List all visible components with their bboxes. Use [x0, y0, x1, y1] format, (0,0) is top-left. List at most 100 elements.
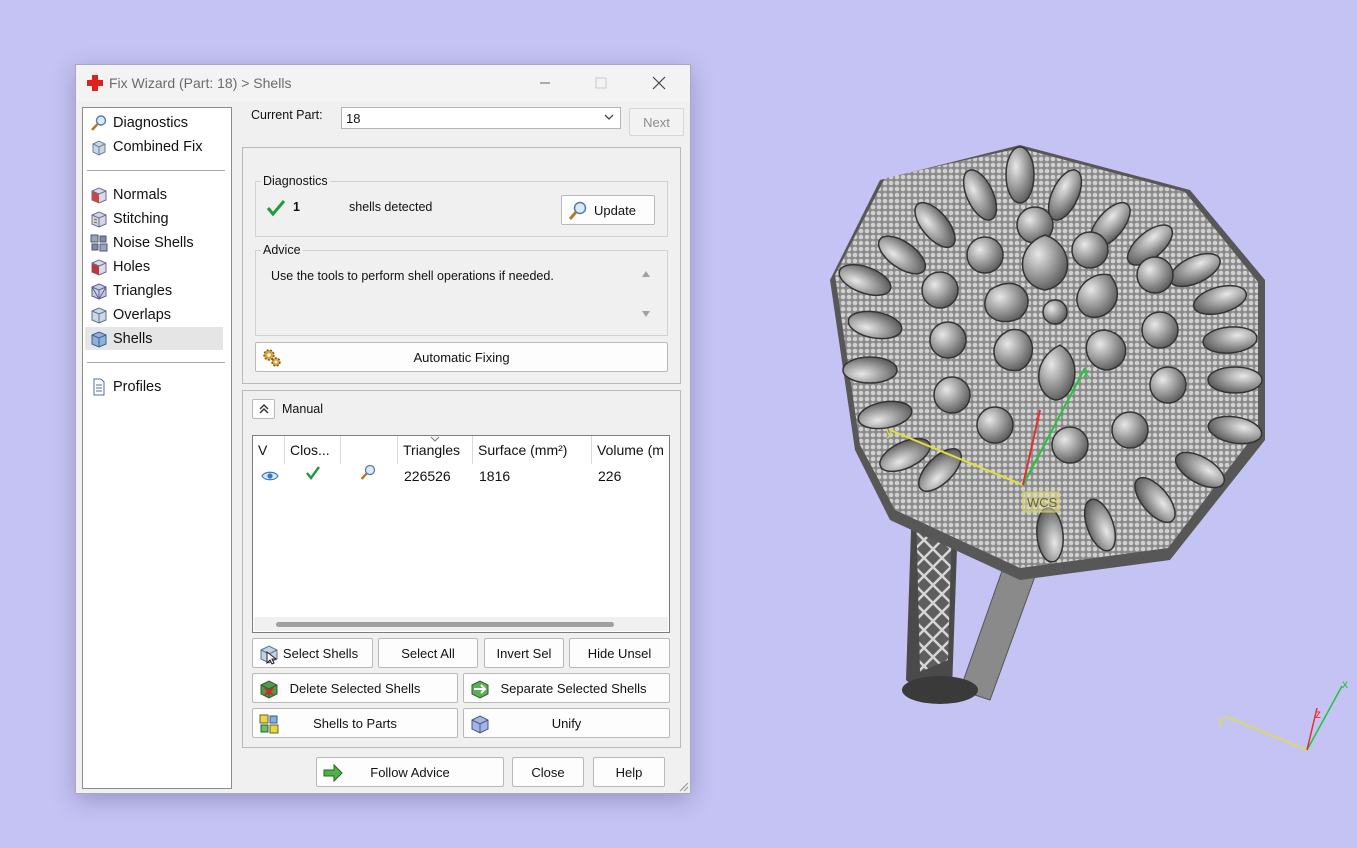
- nav-item-normals[interactable]: Normals: [85, 183, 223, 206]
- nav-item-triangles[interactable]: Triangles: [85, 279, 223, 302]
- unify-cube-icon: [471, 715, 489, 734]
- fix-wizard-window: Fix Wizard (Part: 18) > Shells Diagnosti…: [75, 64, 691, 794]
- magnifier-icon: [89, 113, 109, 133]
- hide-unsel-button[interactable]: Hide Unsel: [569, 638, 670, 668]
- maximize-button[interactable]: [578, 65, 624, 101]
- select-shells-icon: [260, 645, 278, 665]
- nav-item-overlaps[interactable]: Overlaps: [85, 303, 223, 326]
- update-button[interactable]: Update: [561, 195, 655, 225]
- diagnostics-group-title: Diagnostics: [261, 174, 330, 188]
- close-window-button[interactable]: [636, 65, 682, 101]
- delete-selected-shells-button[interactable]: Delete Selected Shells: [252, 673, 458, 703]
- eye-icon[interactable]: [261, 466, 279, 486]
- cell-surface: 1816: [479, 468, 511, 484]
- shells-to-parts-icon: [259, 714, 279, 734]
- select-all-label: Select All: [401, 645, 455, 661]
- current-part-value: 18: [346, 111, 361, 126]
- current-part-label: Current Part:: [251, 108, 323, 122]
- combined-fix-icon: [89, 137, 109, 157]
- scroll-down-arrow-icon[interactable]: [641, 309, 651, 319]
- advice-scrollbar[interactable]: [640, 269, 652, 323]
- delete-cube-icon: [260, 680, 278, 699]
- manual-title: Manual: [282, 402, 323, 416]
- nav-item-label: Noise Shells: [113, 234, 194, 251]
- column-header-zoom[interactable]: [341, 436, 398, 464]
- column-header-volume[interactable]: Volume (m: [592, 436, 669, 464]
- cell-volume: 226: [598, 468, 622, 484]
- invert-sel-label: Invert Sel: [496, 645, 552, 661]
- automatic-fixing-label: Automatic Fixing: [413, 349, 510, 365]
- automatic-fixing-button[interactable]: Automatic Fixing: [255, 342, 668, 372]
- nav-item-label: Combined Fix: [113, 138, 203, 155]
- help-button[interactable]: Help: [593, 757, 665, 787]
- nav-item-label: Shells: [113, 330, 153, 347]
- shells-count: 1: [293, 200, 300, 214]
- separate-selected-shells-label: Separate Selected Shells: [500, 680, 647, 696]
- magnifier-icon[interactable]: [359, 462, 377, 482]
- green-arrow-right-icon: [323, 763, 343, 783]
- advice-text: Use the tools to perform shell operation…: [271, 269, 554, 283]
- help-label: Help: [615, 764, 643, 780]
- horizontal-scrollbar[interactable]: [254, 617, 668, 631]
- model-axis-y-label: y: [886, 424, 893, 439]
- double-chevron-up-icon: [259, 404, 268, 414]
- column-header-closed[interactable]: Clos...: [285, 436, 341, 464]
- select-all-button[interactable]: Select All: [378, 638, 478, 668]
- chevron-down-icon: [604, 114, 614, 120]
- holes-cube-icon: [89, 257, 109, 277]
- nav-item-noise-shells[interactable]: Noise Shells: [85, 231, 223, 254]
- model-axis-x-label: x: [1083, 365, 1090, 380]
- checkmark-icon: [266, 200, 286, 217]
- collapse-manual-button[interactable]: [252, 399, 275, 419]
- nav-item-holes[interactable]: Holes: [85, 255, 223, 278]
- nav-item-label: Profiles: [113, 378, 162, 395]
- column-header-triangles-label: Triangles: [403, 442, 461, 458]
- shells-list[interactable]: V Clos... Triangles Surface (mm²) Volume…: [252, 435, 670, 633]
- stitching-cube-icon: [89, 209, 109, 229]
- column-header-surface[interactable]: Surface (mm²): [473, 436, 592, 464]
- current-part-select[interactable]: 18: [341, 107, 621, 129]
- overlaps-cube-icon: [89, 305, 109, 325]
- cell-triangles: 226526: [404, 468, 451, 484]
- column-header-visible[interactable]: V: [253, 436, 285, 464]
- invert-sel-button[interactable]: Invert Sel: [484, 638, 564, 668]
- nav-divider: [87, 362, 225, 363]
- maximize-icon: [595, 77, 607, 89]
- separate-shells-icon: [471, 680, 489, 699]
- resize-grip-icon[interactable]: [677, 780, 689, 792]
- unify-button[interactable]: Unify: [463, 708, 670, 738]
- nav-item-diagnostics[interactable]: Diagnostics: [85, 111, 223, 134]
- close-button[interactable]: Close: [512, 757, 584, 787]
- nav-item-profiles[interactable]: Profiles: [85, 375, 223, 398]
- nav-item-label: Normals: [113, 186, 167, 203]
- next-button[interactable]: Next: [629, 108, 684, 136]
- 3d-viewport[interactable]: y x z WCS y x z: [690, 0, 1357, 848]
- fix-wizard-nav: Diagnostics Combined Fix Normals Stitchi…: [82, 107, 232, 789]
- minimize-button[interactable]: [522, 65, 568, 101]
- horizontal-scrollbar-thumb[interactable]: [276, 622, 614, 627]
- minimize-icon: [540, 82, 550, 84]
- nav-item-combined-fix[interactable]: Combined Fix: [85, 135, 223, 158]
- red-cross-app-icon: [87, 75, 103, 91]
- shells-to-parts-label: Shells to Parts: [313, 715, 397, 731]
- separate-selected-shells-button[interactable]: Separate Selected Shells: [463, 673, 670, 703]
- nav-item-label: Triangles: [113, 282, 173, 299]
- magnifier-icon: [568, 201, 587, 220]
- view-axis-y-label: y: [1218, 713, 1224, 727]
- shells-cube-icon: [89, 329, 109, 349]
- column-header-triangles[interactable]: Triangles: [398, 436, 473, 464]
- scroll-up-arrow-icon[interactable]: [641, 269, 651, 279]
- next-button-label: Next: [643, 114, 670, 130]
- nav-item-label: Holes: [113, 258, 151, 275]
- nav-item-stitching[interactable]: Stitching: [85, 207, 223, 230]
- model-axis-z-label: z: [1035, 409, 1041, 423]
- advice-text-box: Use the tools to perform shell operation…: [263, 263, 655, 325]
- nav-item-shells[interactable]: Shells: [85, 327, 223, 350]
- follow-advice-button[interactable]: Follow Advice: [316, 757, 504, 787]
- select-shells-button[interactable]: Select Shells: [252, 638, 373, 668]
- noise-shells-icon: [89, 233, 109, 253]
- title-bar[interactable]: Fix Wizard (Part: 18) > Shells: [76, 65, 690, 101]
- nav-item-label: Diagnostics: [113, 114, 188, 131]
- advice-group-title: Advice: [261, 243, 303, 257]
- shells-to-parts-button[interactable]: Shells to Parts: [252, 708, 458, 738]
